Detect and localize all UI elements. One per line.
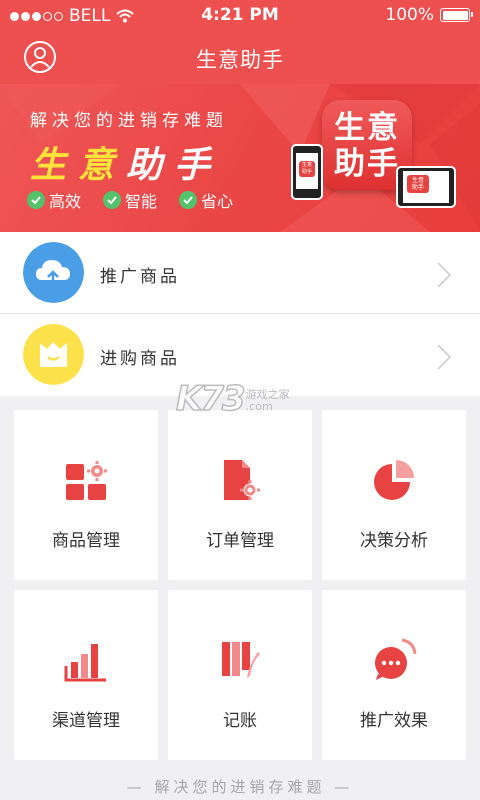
list-item-label: 推广商品 bbox=[100, 267, 180, 287]
watermark-logo-text: K73 bbox=[175, 378, 246, 420]
headline-part-yellow: 生意 bbox=[30, 145, 127, 186]
grid-item-label: 订单管理 bbox=[206, 531, 274, 551]
grid-item-label: 商品管理 bbox=[52, 531, 120, 551]
grid-item-label: 渠道管理 bbox=[52, 711, 120, 731]
page-title: 生意助手 bbox=[196, 48, 284, 72]
feature-efficient: 高效 bbox=[27, 188, 81, 212]
check-icon bbox=[27, 191, 45, 209]
feature-smart: 智能 bbox=[103, 188, 157, 212]
bar-chart-icon bbox=[64, 644, 106, 682]
site-watermark: K73 游戏之家 .com bbox=[175, 378, 290, 420]
grid-item-channel-management[interactable]: 渠道管理 bbox=[14, 590, 158, 760]
grid-item-goods-management[interactable]: 商品管理 bbox=[14, 410, 158, 580]
phone-mini-logo: 生意 助手 bbox=[299, 161, 315, 177]
grid-item-label: 决策分析 bbox=[360, 531, 428, 551]
grid-item-order-management[interactable]: 订单管理 bbox=[168, 410, 312, 580]
feature-grid: 商品管理 订单管理 决策分析 渠道管理 记账 推广效果 bbox=[0, 396, 480, 800]
grid-item-promotion-effect[interactable]: 推广效果 bbox=[322, 590, 466, 760]
headline-part-white: 助手 bbox=[126, 145, 223, 186]
check-icon bbox=[179, 191, 198, 209]
shopping-bag-icon bbox=[23, 324, 84, 385]
banner-subtitle: 解决您的进销存难题 bbox=[30, 111, 228, 131]
list-item-promote-goods[interactable]: 推广商品 bbox=[0, 232, 480, 314]
check-icon bbox=[103, 191, 122, 209]
battery-percent: 100% bbox=[385, 5, 434, 25]
status-bar: BELL 4:21 PM 100% bbox=[0, 0, 480, 32]
cloud-upload-icon bbox=[23, 242, 84, 303]
ledger-pen-icon bbox=[222, 642, 260, 678]
feature-label: 智能 bbox=[125, 192, 158, 211]
grid-item-label: 推广效果 bbox=[360, 711, 428, 731]
goods-grid-gear-icon bbox=[66, 461, 107, 500]
action-list: 推广商品 进购商品 bbox=[0, 232, 480, 396]
feature-worry-free: 省心 bbox=[179, 188, 233, 212]
order-document-gear-icon bbox=[224, 460, 260, 500]
list-item-label: 进购商品 bbox=[100, 349, 180, 369]
watermark-site-text: 游戏之家 .com bbox=[246, 389, 290, 413]
banner-features: 高效 智能 省心 bbox=[27, 188, 233, 212]
tablet-mini-logo: 生意 助手 bbox=[411, 177, 424, 191]
watermark-line2: .com bbox=[245, 400, 273, 413]
phone-illustration: 生意 助手 bbox=[291, 144, 323, 200]
grid-item-decision-analysis[interactable]: 决策分析 bbox=[322, 410, 466, 580]
banner-headline: 生意助手 bbox=[30, 136, 222, 188]
pie-chart-icon bbox=[374, 460, 414, 500]
promo-banner[interactable]: 解决您的进销存难题 生意助手 高效 智能 省心 生意 助手 生意 助手 bbox=[0, 84, 480, 232]
chevron-right-icon bbox=[437, 262, 452, 288]
chevron-right-icon bbox=[437, 344, 452, 370]
feature-label: 高效 bbox=[49, 192, 82, 211]
grid-item-label: 记账 bbox=[223, 711, 257, 731]
footer-slogan: — 解决您的进销存难题 — bbox=[126, 778, 354, 796]
battery-icon bbox=[440, 8, 473, 22]
nav-bar: 生意助手 bbox=[0, 32, 480, 84]
feature-label: 省心 bbox=[201, 192, 234, 211]
app-logo-line1: 生意 bbox=[334, 110, 400, 146]
status-right: 100% bbox=[385, 5, 473, 25]
grid-item-bookkeeping[interactable]: 记账 bbox=[168, 590, 312, 760]
chat-broadcast-icon bbox=[375, 638, 417, 680]
